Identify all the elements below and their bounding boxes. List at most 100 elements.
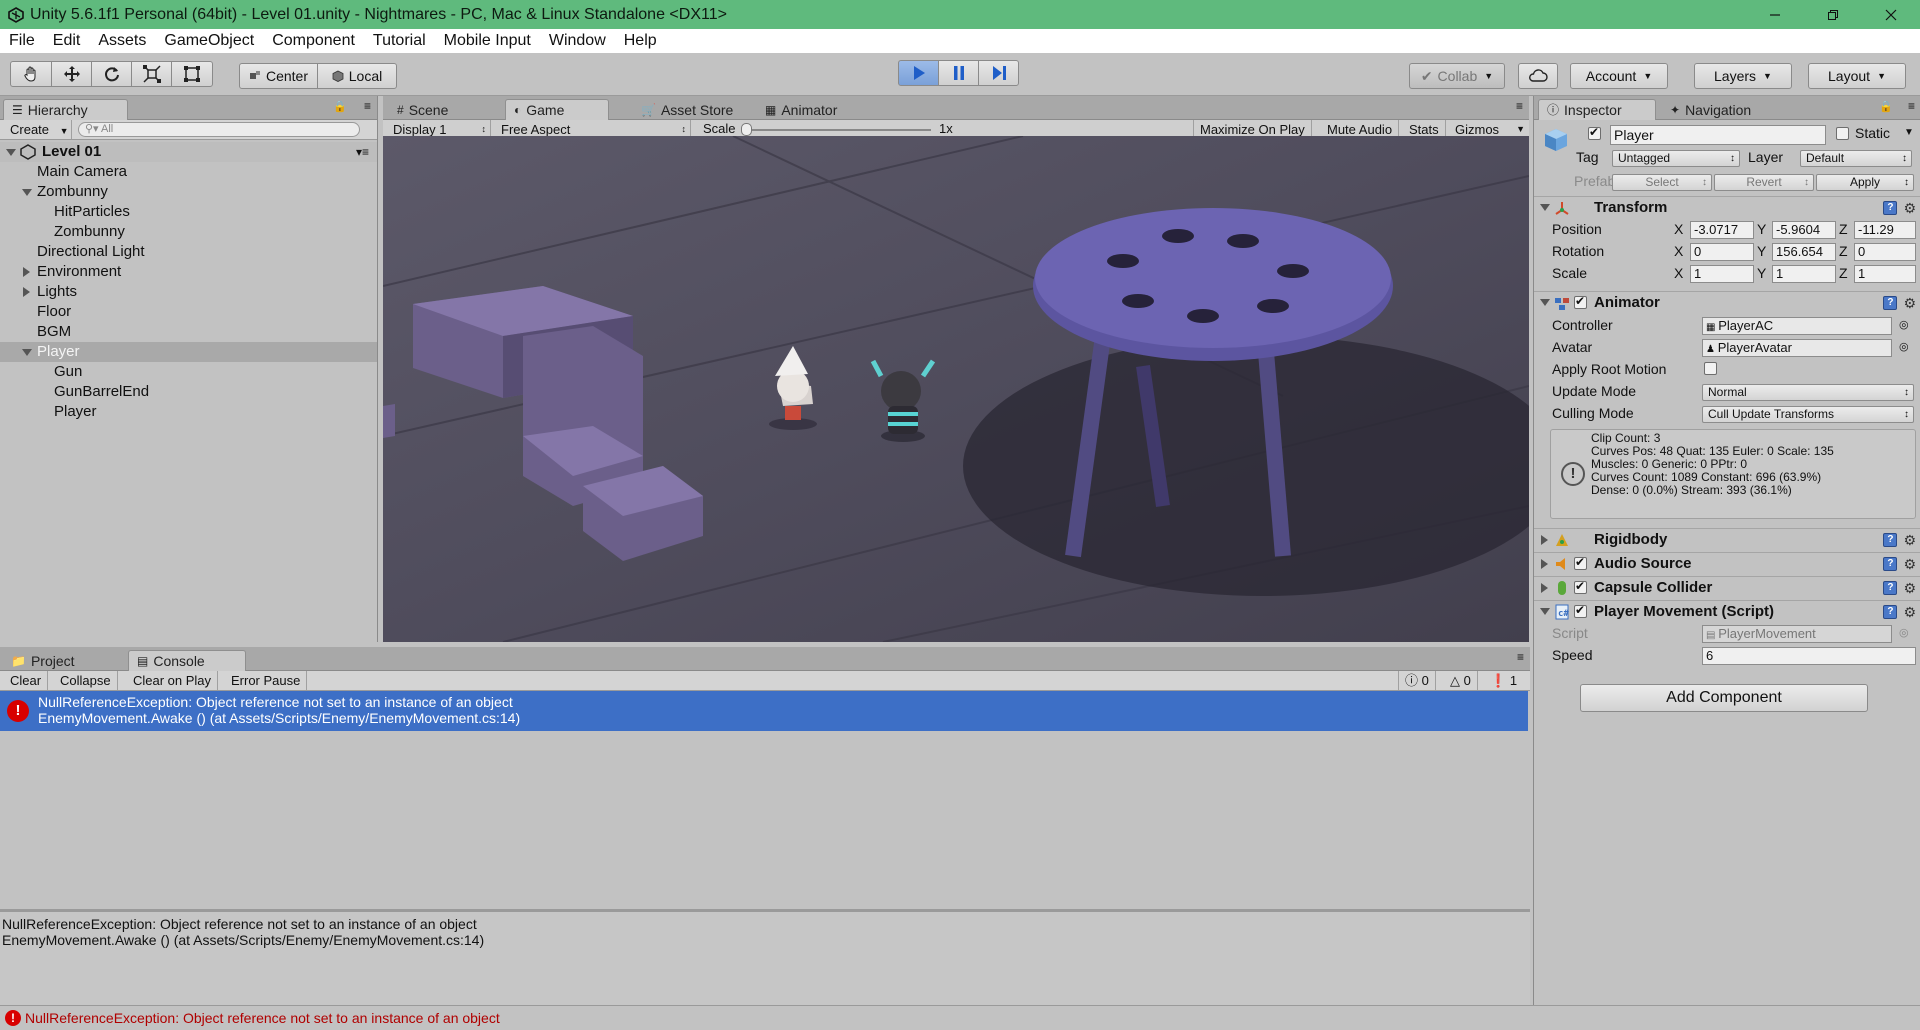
transform-header[interactable]: Transform ? ⚙ [1534,196,1920,218]
pivot-local-button[interactable]: Local [317,63,397,89]
menu-help[interactable]: Help [615,29,666,53]
add-component-button[interactable]: Add Component [1580,684,1868,712]
tab-hierarchy[interactable]: ☰ Hierarchy [3,99,128,120]
cloud-button[interactable] [1518,63,1558,89]
hierarchy-item[interactable]: Environment [0,262,377,282]
menu-mobile-input[interactable]: Mobile Input [435,29,540,53]
pause-button[interactable] [938,60,979,86]
panel-menu-icon[interactable]: ≡ [1516,99,1523,113]
help-icon[interactable]: ? [1883,201,1898,215]
help-icon[interactable]: ? [1883,605,1898,619]
tab-asset-store[interactable]: 🛒 Asset Store [633,99,743,120]
rigidbody-header[interactable]: Rigidbody ? ⚙ [1534,528,1920,550]
restore-button[interactable] [1804,0,1862,29]
gear-icon[interactable]: ⚙ [1903,581,1916,595]
lock-icon[interactable]: 🔒 [1879,100,1893,113]
scene-root-row[interactable]: Level 01 ▾≡ [0,142,377,162]
layer-dropdown[interactable]: Default [1800,150,1912,167]
rotate-tool-button[interactable] [91,61,132,87]
hand-tool-button[interactable] [10,61,52,87]
audio-source-header[interactable]: Audio Source ? ⚙ [1534,552,1920,574]
scale-y-field[interactable]: 1 [1772,265,1836,283]
hierarchy-item[interactable]: Gun [0,362,377,382]
position-y-field[interactable]: -5.9604 [1772,221,1836,239]
panel-menu-icon[interactable]: ≡ [1908,99,1915,113]
script-enabled-checkbox[interactable] [1574,603,1587,618]
menu-component[interactable]: Component [263,29,364,53]
object-name-field[interactable]: Player [1610,125,1826,145]
pivot-center-button[interactable]: Center [239,63,318,89]
player-movement-header[interactable]: c# Player Movement (Script) ? ⚙ [1534,600,1920,622]
hierarchy-item[interactable]: Lights [0,282,377,302]
hierarchy-item[interactable]: Player [0,402,377,422]
clear-on-play-toggle[interactable]: Clear on Play [127,671,219,690]
object-picker-icon[interactable]: ◎ [1899,318,1909,331]
panel-menu-icon[interactable]: ≡ [364,99,371,113]
status-bar[interactable]: ! NullReferenceException: Object referen… [0,1005,1920,1030]
culling-mode-dropdown[interactable]: Cull Update Transforms [1702,406,1914,423]
rotation-y-field[interactable]: 156.654 [1772,243,1836,261]
layout-dropdown[interactable]: Layout ▼ [1808,63,1906,89]
help-icon[interactable]: ? [1883,296,1898,310]
capsule-collider-header[interactable]: Capsule Collider ? ⚙ [1534,576,1920,598]
collapse-arrow-icon[interactable] [23,267,30,277]
hierarchy-item[interactable]: Directional Light [0,242,377,262]
help-icon[interactable]: ? [1883,533,1898,547]
prefab-revert-button[interactable]: Revert [1714,174,1814,191]
collapse-arrow-icon[interactable] [1541,559,1548,569]
gear-icon[interactable]: ⚙ [1903,605,1916,619]
tab-game[interactable]: ◐ Game [505,99,609,120]
warning-filter-toggle[interactable]: △ 0 [1444,671,1478,690]
position-z-field[interactable]: -11.29 [1854,221,1916,239]
expand-arrow-icon[interactable] [1540,608,1550,615]
play-button[interactable] [898,60,939,86]
position-x-field[interactable]: -3.0717 [1690,221,1754,239]
scale-slider-track[interactable] [745,129,931,131]
tab-scene[interactable]: # Scene [389,99,458,120]
help-icon[interactable]: ? [1883,557,1898,571]
expand-arrow-icon[interactable] [1540,299,1550,306]
scale-z-field[interactable]: 1 [1854,265,1916,283]
minimize-button[interactable] [1746,0,1804,29]
close-button[interactable] [1862,0,1920,29]
log-filter-toggle[interactable]: ⓘ 0 [1398,671,1436,690]
menu-tutorial[interactable]: Tutorial [364,29,435,53]
tab-project[interactable]: 📁 Project [3,650,121,671]
avatar-field[interactable]: ♟ PlayerAvatar [1702,339,1892,357]
error-filter-toggle[interactable]: ❗ 1 [1484,671,1523,690]
game-viewport[interactable] [383,136,1529,642]
root-motion-checkbox[interactable] [1704,362,1717,375]
gear-icon[interactable]: ⚙ [1903,533,1916,547]
tab-navigation[interactable]: ✦ Navigation [1662,99,1761,120]
expand-arrow-icon[interactable] [22,189,32,196]
hierarchy-item[interactable]: Floor [0,302,377,322]
static-checkbox[interactable] [1836,127,1849,140]
gear-icon[interactable]: ⚙ [1903,557,1916,571]
error-pause-toggle[interactable]: Error Pause [225,671,308,690]
prefab-apply-button[interactable]: Apply [1816,174,1914,191]
rotation-z-field[interactable]: 0 [1854,243,1916,261]
create-dropdown[interactable]: Create ▼ [4,120,72,139]
collapse-arrow-icon[interactable] [23,287,30,297]
update-mode-dropdown[interactable]: Normal [1702,384,1914,401]
animator-header[interactable]: Animator ? ⚙ [1534,291,1920,313]
menu-gameobject[interactable]: GameObject [155,29,263,53]
collab-button[interactable]: ✔ Collab ▼ [1409,63,1505,89]
hierarchy-item[interactable]: GunBarrelEnd [0,382,377,402]
scale-tool-button[interactable] [131,61,172,87]
step-button[interactable] [978,60,1019,86]
collider-enabled-checkbox[interactable] [1574,579,1587,594]
tab-inspector[interactable]: ⓘ Inspector [1538,99,1656,120]
clear-button[interactable]: Clear [4,671,49,690]
menu-window[interactable]: Window [540,29,615,53]
tag-dropdown[interactable]: Untagged [1612,150,1740,167]
scene-menu-icon[interactable]: ▾≡ [356,142,369,162]
menu-edit[interactable]: Edit [44,29,90,53]
active-checkbox[interactable] [1588,125,1601,140]
hierarchy-search-input[interactable]: ⚲▾ All [78,122,360,137]
menu-assets[interactable]: Assets [89,29,155,53]
prefab-select-button[interactable]: Select [1612,174,1712,191]
collapse-toggle[interactable]: Collapse [54,671,118,690]
hierarchy-item-selected[interactable]: Player [0,342,377,362]
panel-menu-icon[interactable]: ≡ [1517,650,1524,664]
